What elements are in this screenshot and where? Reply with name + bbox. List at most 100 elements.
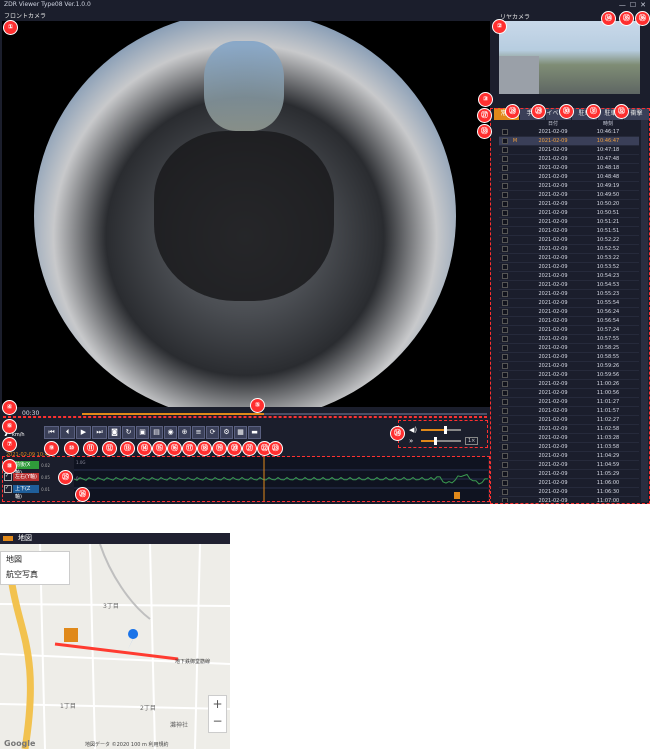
callout-marker: ㉛ — [586, 104, 601, 119]
callout-marker: ㉞ — [601, 11, 616, 26]
callout-marker: ㉕ — [58, 470, 73, 485]
settings-icon: ⚙ — [223, 428, 230, 436]
audio-region-outline — [398, 420, 488, 448]
view-button[interactable]: ◉ — [164, 426, 177, 439]
map-type-selector: 地図 航空写真 — [0, 551, 70, 585]
place-label-5: 灘神社 — [170, 722, 189, 729]
callout-marker: ㉖ — [75, 487, 90, 502]
callout-marker: ㉝ — [477, 124, 492, 139]
callout-marker: ㉔ — [390, 426, 405, 441]
list-icon: ≡ — [195, 428, 202, 436]
playback-controls: ⏮ ⏴ ▶ ⏭ ◙ ↻ ▣ ▤ ◉ ⊕ ≡ ⟳ ⚙ ▦ ▬ — [44, 426, 261, 440]
callout-marker: ⑭ — [137, 441, 152, 456]
cabin-area — [154, 131, 334, 301]
callout-marker: ① — [3, 20, 18, 35]
callout-marker: ⑱ — [197, 441, 212, 456]
seek-bar[interactable] — [82, 413, 487, 415]
map-zoom-controls: + − — [208, 695, 227, 733]
rotate-icon: ↻ — [125, 428, 132, 436]
map-window: 地図 地図 航空写真 3丁目 1丁目 2丁目 地下鉄御堂筋線 灘神社 + − G… — [0, 533, 230, 749]
map-title: 地図 — [18, 534, 32, 542]
callout-marker: ㉙ — [531, 104, 546, 119]
callout-marker: ⑳ — [227, 441, 242, 456]
callout-marker: ⑬ — [120, 441, 135, 456]
callout-marker: ⑩ — [64, 441, 79, 456]
callout-marker: ㉟ — [619, 11, 634, 26]
folder-icon: ▬ — [251, 428, 258, 436]
skip-forward-icon: ⏭ — [96, 428, 103, 436]
callout-marker: ㉚ — [559, 104, 574, 119]
callout-marker: ⑦ — [2, 437, 17, 452]
callout-marker: ㉗ — [477, 108, 492, 123]
snapshot-button[interactable]: ◙ — [108, 426, 121, 439]
rear-camera-label: リヤカメラ — [500, 14, 531, 21]
zoom-in-button[interactable]: + — [209, 696, 226, 713]
front-camera-label: フロントカメラ — [4, 13, 47, 20]
callout-marker: ㉑ — [242, 441, 257, 456]
view-icon: ◉ — [167, 428, 174, 436]
map-footer: Google 地図データ ©2020 100 m 利用規約 — [0, 739, 230, 749]
zoom-button[interactable]: ⊕ — [178, 426, 191, 439]
callout-marker: ⑤ — [250, 398, 265, 413]
road-area — [204, 41, 284, 131]
map-title-bar: 地図 — [0, 533, 230, 544]
folder-button[interactable]: ▬ — [248, 426, 261, 439]
callout-marker: ㉓ — [268, 441, 283, 456]
save-button[interactable]: ▣ — [136, 426, 149, 439]
play-button[interactable]: ▶ — [76, 426, 91, 439]
minimize-button[interactable]: — — [619, 0, 626, 10]
seek-region-outline — [3, 416, 487, 418]
callout-marker: ⑰ — [182, 441, 197, 456]
map-attribution[interactable]: 地図データ ©2020 100 m 利用規約 — [85, 741, 169, 748]
grid-icon: ▦ — [237, 428, 244, 436]
callout-marker: ㉜ — [614, 104, 629, 119]
refresh-button[interactable]: ⟳ — [206, 426, 219, 439]
snapshot-icon: ◙ — [111, 428, 118, 436]
place-label-3: 2丁目 — [140, 705, 156, 712]
list-region-outline — [490, 108, 650, 504]
callout-marker: ⑯ — [167, 441, 182, 456]
fisheye-image — [34, 21, 456, 407]
window-title: ZDR Viewer Type08 Ver.1.0.0 — [4, 1, 91, 8]
front-camera-view[interactable] — [2, 21, 490, 407]
skip-back-icon: ⏮ — [48, 428, 55, 436]
grid-button[interactable]: ▦ — [234, 426, 247, 439]
maximize-button[interactable]: ☐ — [630, 0, 636, 10]
map-type-satellite[interactable]: 航空写真 — [1, 567, 69, 582]
settings-button[interactable]: ⚙ — [220, 426, 233, 439]
zoom-out-button[interactable]: − — [209, 713, 226, 730]
zoom-icon: ⊕ — [181, 428, 188, 436]
rear-car-image — [499, 56, 539, 94]
callout-marker: ㊱ — [635, 11, 650, 26]
callout-marker: ⑲ — [212, 441, 227, 456]
map-type-map[interactable]: 地図 — [1, 552, 69, 567]
callout-marker: ㉘ — [505, 104, 520, 119]
callout-marker: ⑫ — [102, 441, 117, 456]
callout-marker: ⑪ — [83, 441, 98, 456]
list-button[interactable]: ≡ — [192, 426, 205, 439]
callout-marker: ⑮ — [152, 441, 167, 456]
callout-marker: ④ — [2, 400, 17, 415]
save-icon: ▣ — [139, 428, 146, 436]
callout-marker: ⑥ — [2, 419, 17, 434]
skip-forward-button[interactable]: ⏭ — [92, 426, 107, 439]
callout-marker: ③ — [478, 92, 493, 107]
map-window-icon — [3, 536, 13, 541]
place-label-1: 3丁目 — [103, 603, 119, 610]
rotate-button[interactable]: ↻ — [122, 426, 135, 439]
close-button[interactable]: ✕ — [640, 0, 646, 10]
seek-progress — [82, 413, 265, 415]
callout-marker: ⑧ — [2, 459, 17, 474]
callout-marker: ② — [492, 19, 507, 34]
play-icon: ▶ — [80, 428, 87, 436]
print-button[interactable]: ▤ — [150, 426, 163, 439]
refresh-icon: ⟳ — [209, 428, 216, 436]
step-back-button[interactable]: ⏴ — [60, 426, 75, 439]
window-controls: — ☐ ✕ — [619, 0, 646, 10]
speed-unit: km/h — [11, 432, 25, 438]
place-label-2: 1丁目 — [60, 703, 76, 710]
callout-marker: ⑨ — [44, 441, 59, 456]
google-logo: Google — [4, 739, 36, 748]
skip-back-button[interactable]: ⏮ — [44, 426, 59, 439]
rear-camera-view[interactable] — [499, 21, 640, 94]
